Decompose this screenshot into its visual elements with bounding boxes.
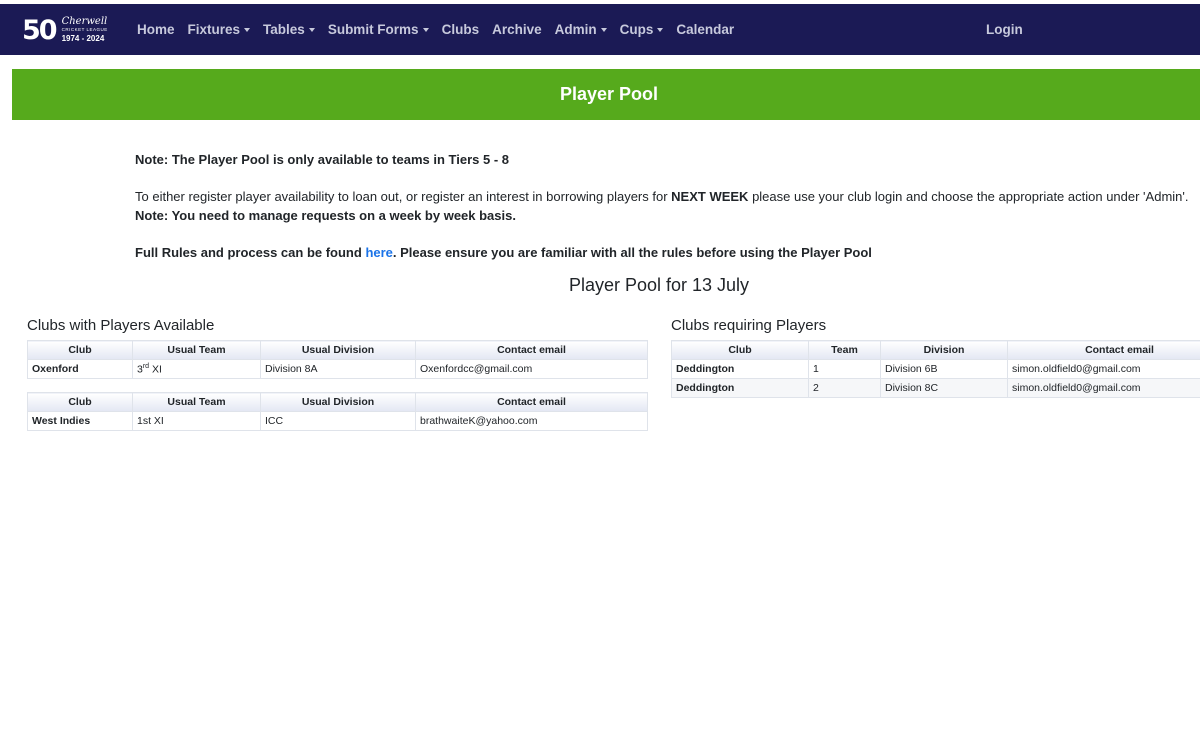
cell-email[interactable]: Oxenfordcc@gmail.com [415, 359, 648, 379]
cell-club: West Indies [27, 411, 133, 431]
cell-division: Division 6B [880, 359, 1008, 379]
nav-admin[interactable]: Admin [555, 22, 607, 37]
nav-fixtures[interactable]: Fixtures [188, 22, 251, 37]
cell-division: Division 8C [880, 378, 1008, 398]
nav-home[interactable]: Home [137, 22, 175, 37]
rules-text: Full Rules and process can be found here… [135, 243, 1195, 262]
nav-label: Archive [492, 22, 542, 37]
nav-submit-forms[interactable]: Submit Forms [328, 22, 429, 37]
logo-text: Cherwell CRICKET LEAGUE 1974 - 2024 [62, 17, 108, 43]
cell-club: Oxenford [27, 359, 133, 379]
cell-team: 1st XI [132, 411, 261, 431]
available-section-title: Clubs with Players Available [27, 317, 215, 334]
table-row: Deddington 2 Division 8C simon.oldfield0… [671, 378, 1200, 398]
table-header-row: Club Team Division Contact email [671, 340, 1200, 360]
table-row: Deddington 1 Division 6B simon.oldfield0… [671, 359, 1200, 379]
col-usual-division: Usual Division [260, 340, 416, 360]
nav-tables[interactable]: Tables [263, 22, 315, 37]
nav-label: Home [137, 22, 175, 37]
table-header-row: Club Usual Team Usual Division Contact e… [27, 340, 648, 360]
caret-down-icon [600, 27, 607, 32]
nav-label: Admin [554, 22, 597, 37]
rules-link[interactable]: here [365, 245, 392, 260]
next-week-emphasis: NEXT WEEK [671, 189, 749, 204]
col-contact-email: Contact email [415, 392, 648, 412]
cell-team: 2 [808, 378, 881, 398]
team-suffix: XI [149, 363, 162, 376]
nav-label: Tables [263, 22, 305, 37]
col-usual-division: Usual Division [260, 392, 416, 412]
col-team: Team [808, 340, 881, 360]
pool-date-heading: Player Pool for 13 July [568, 275, 750, 295]
table-row: Oxenford 3rd XI Division 8A Oxenfordcc@g… [27, 359, 648, 379]
cell-email[interactable]: simon.oldfield0@gmail.com [1007, 378, 1200, 398]
nav-menu: Home Fixtures Tables Submit Forms Clubs … [137, 4, 747, 55]
requiring-table: Club Team Division Contact email Dedding… [671, 340, 1200, 398]
nav-cups[interactable]: Cups [620, 22, 664, 37]
caret-down-icon [657, 27, 664, 32]
rules-pre: Full Rules and process can be found [135, 245, 366, 260]
weekly-note: Note: You need to manage requests on a w… [135, 208, 516, 223]
col-usual-team: Usual Team [132, 392, 261, 412]
instructions-pre: To either register player availability t… [135, 189, 672, 204]
instructions-post: please use your club login and choose th… [748, 189, 1189, 204]
cell-team: 3rd XI [132, 359, 261, 379]
tier-note: Note: The Player Pool is only available … [135, 152, 509, 167]
top-navbar: 50 Cherwell CRICKET LEAGUE 1974 - 2024 H… [0, 4, 1200, 55]
logo-years: 1974 - 2024 [61, 33, 105, 43]
nav-label: Fixtures [187, 22, 241, 37]
nav-clubs[interactable]: Clubs [442, 22, 480, 37]
rules-post: . Please ensure you are familiar with al… [392, 245, 872, 260]
available-table-2: Club Usual Team Usual Division Contact e… [27, 392, 648, 431]
league-logo[interactable]: 50 Cherwell CRICKET LEAGUE 1974 - 2024 [22, 12, 122, 48]
instructions-text: To either register player availability t… [135, 187, 1195, 206]
col-division: Division [880, 340, 1008, 360]
logo-brand-name: Cherwell [61, 16, 108, 28]
nav-label: Submit Forms [327, 22, 419, 37]
cell-division: ICC [260, 411, 416, 431]
page-banner: Player Pool [12, 69, 1200, 120]
login-link[interactable]: Login [986, 4, 1023, 55]
table-header-row: Club Usual Team Usual Division Contact e… [27, 392, 648, 412]
cell-team: 1 [808, 359, 881, 379]
nav-label: Clubs [441, 22, 480, 37]
cell-club: Deddington [671, 378, 809, 398]
requiring-section-title: Clubs requiring Players [671, 317, 827, 334]
page-title: Player Pool [559, 84, 659, 104]
col-usual-team: Usual Team [132, 340, 261, 360]
available-table-1: Club Usual Team Usual Division Contact e… [27, 340, 648, 379]
col-club: Club [27, 340, 133, 360]
cell-email[interactable]: simon.oldfield0@gmail.com [1007, 359, 1200, 379]
nav-label: Calendar [676, 22, 735, 37]
nav-label: Cups [619, 22, 654, 37]
logo-subtitle: CRICKET LEAGUE [61, 27, 108, 33]
col-club: Club [27, 392, 133, 412]
nav-calendar[interactable]: Calendar [676, 22, 734, 37]
nav-archive[interactable]: Archive [492, 22, 542, 37]
cell-club: Deddington [671, 359, 809, 379]
notes-section: Note: The Player Pool is only available … [135, 150, 1195, 262]
table-row: West Indies 1st XI ICC brathwaiteK@yahoo… [27, 411, 648, 431]
caret-down-icon [308, 27, 315, 32]
logo-mark: 50 [22, 14, 58, 46]
cell-division: Division 8A [260, 359, 416, 379]
cell-email[interactable]: brathwaiteK@yahoo.com [415, 411, 648, 431]
caret-down-icon [422, 27, 429, 32]
caret-down-icon [244, 27, 251, 32]
col-contact-email: Contact email [415, 340, 648, 360]
col-club: Club [671, 340, 809, 360]
col-contact-email: Contact email [1007, 340, 1200, 360]
